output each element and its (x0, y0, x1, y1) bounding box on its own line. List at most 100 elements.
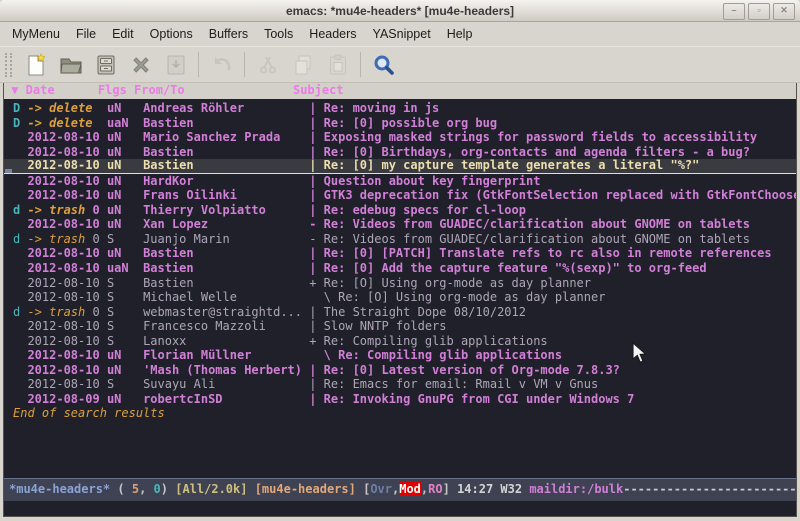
subject-cell: \ Re: [O] Using org-mode as day planner (309, 290, 605, 304)
message-row[interactable]: 2012-08-10 uN HardKor | Question about k… (4, 174, 796, 189)
menu-item-headers[interactable]: Headers (301, 24, 364, 44)
from-cell: Suvayu Ali (143, 377, 309, 391)
message-row[interactable]: 2012-08-10 S Michael Welle \ Re: [O] Usi… (4, 290, 796, 305)
copy-button (287, 51, 318, 79)
message-row[interactable]: d -> trash 0 uN Thierry Volpiatto | Re: … (4, 203, 796, 218)
message-row[interactable]: D -> delete uaN Bastien | Re: [0] possib… (4, 116, 796, 131)
modeline: *mu4e-headers* ( 5, 0) [All/2.0k] [mu4e-… (4, 478, 796, 501)
from-cell: Thierry Volpiatto (143, 203, 309, 217)
from-cell: robertcInSD (143, 392, 309, 406)
window-controls: –▫✕ (723, 3, 795, 20)
from-cell: Frans Oilinki (143, 188, 309, 202)
subject-cell: | Re: [0] possible org bug (309, 116, 497, 130)
modeline-pn: ) (161, 482, 175, 496)
subject-cell: | Re: Emacs for email: Rmail v VM v Gnus (309, 377, 598, 391)
menu-item-edit[interactable]: Edit (104, 24, 142, 44)
save-as-button (160, 51, 191, 79)
new-file-button[interactable] (20, 51, 51, 79)
toolbar-separator (198, 52, 199, 77)
date-cell: 2012-08-10 (27, 319, 106, 333)
message-row[interactable]: 2012-08-10 S Suvayu Ali | Re: Emacs for … (4, 377, 796, 392)
subject-cell: - Re: Videos from GUADEC/clarification a… (309, 217, 750, 231)
message-row[interactable]: 2012-08-10 S Bastien + Re: [O] Using org… (4, 276, 796, 291)
save-button[interactable] (90, 51, 121, 79)
modeline-mod: [mu4e-headers] (255, 482, 356, 496)
flags-cell: uN (107, 188, 143, 202)
date-cell: 2012-08-09 (27, 392, 106, 406)
subject-cell: | Exposing masked strings for password f… (309, 130, 757, 144)
search-button[interactable] (368, 51, 399, 79)
flags-cell: uN (107, 158, 143, 172)
modeline-ovr: Ovr (370, 482, 392, 496)
paste-button (322, 51, 353, 79)
modeline-pn: ( (110, 482, 132, 496)
subject-cell: - Re: Videos from GUADEC/clarification a… (309, 232, 750, 246)
menu-item-help[interactable]: Help (439, 24, 481, 44)
from-cell: Francesco Mazzoli (143, 319, 309, 333)
message-row[interactable]: 2012-08-10 uN Frans Oilinki | GTK3 depre… (4, 188, 796, 203)
date-cell: 2012-08-10 (27, 145, 106, 159)
menubar: MyMenuFileEditOptionsBuffersToolsHeaders… (0, 22, 800, 46)
toolbar-separator (360, 52, 361, 77)
message-row[interactable]: d -> trash 0 S webmaster@straightd... | … (4, 305, 796, 320)
action-cell: -> trash (27, 232, 85, 246)
message-row[interactable]: 2012-08-10 uN Florian Müllner \ Re: Comp… (4, 348, 796, 363)
menu-item-yasnippet[interactable]: YASnippet (365, 24, 439, 44)
from-cell: Xan Lopez (143, 217, 309, 231)
cut-button (252, 51, 283, 79)
close-button[interactable]: ✕ (773, 3, 795, 20)
flags-cell: uN (107, 363, 143, 377)
from-cell: Bastien (143, 261, 309, 275)
message-row[interactable]: 2012-08-10 uaN Bastien | Re: [0] Add the… (4, 261, 796, 276)
date-cell: 2012-08-10 (27, 276, 106, 290)
menu-item-mymenu[interactable]: MyMenu (4, 24, 68, 44)
subject-cell: | Re: moving in js (309, 101, 439, 115)
menu-item-file[interactable]: File (68, 24, 104, 44)
message-row[interactable]: 2012-08-10 uN Bastien | Re: [0] Birthday… (4, 145, 796, 160)
date-cell: 2012-08-10 (27, 188, 106, 202)
flags-cell: uN (107, 145, 143, 159)
mark-cell: d (13, 232, 27, 246)
message-row[interactable]: 2012-08-10 S Francesco Mazzoli | Slow NN… (4, 319, 796, 334)
from-cell: Bastien (143, 116, 309, 130)
menu-item-buffers[interactable]: Buffers (201, 24, 256, 44)
window-title: emacs: *mu4e-headers* [mu4e-headers] (286, 4, 514, 18)
message-row[interactable]: D -> delete uN Andreas Röhler | Re: movi… (4, 101, 796, 116)
open-folder-button[interactable] (55, 51, 86, 79)
message-row[interactable]: d -> trash 0 S Juanjo Marin - Re: Videos… (4, 232, 796, 247)
end-of-search-results: End of search results (4, 406, 796, 421)
date-cell: 2012-08-10 (27, 217, 106, 231)
message-row[interactable]: 2012-08-10 S Lanoxx + Re: Compiling glib… (4, 334, 796, 349)
message-row[interactable]: 2012-08-09 uN robertcInSD | Re: Invoking… (4, 392, 796, 407)
date-cell: 2012-08-10 (27, 348, 106, 362)
subject-cell: + Re: Compiling glib applications (309, 334, 547, 348)
menu-item-options[interactable]: Options (142, 24, 201, 44)
maximize-button[interactable]: ▫ (748, 3, 770, 20)
mark-cell: d (13, 203, 27, 217)
subject-cell: | Re: edebug specs for cl-loop (309, 203, 526, 217)
toolbar-drag-handle[interactable] (5, 53, 12, 77)
modeline-tim: 14:27 W32 (457, 482, 529, 496)
modeline-pn (247, 482, 254, 496)
close-buffer-button[interactable] (125, 51, 156, 79)
from-cell: Florian Müllner (143, 348, 309, 362)
message-row[interactable]: 2012-08-10 uN 'Mash (Thomas Herbert) | R… (4, 363, 796, 378)
date-cell: 2012-08-10 (27, 377, 106, 391)
message-row[interactable]: 2012-08-10 uN Mario Sanchez Prada | Expo… (4, 130, 796, 145)
message-row[interactable]: 2012-08-10 uN Bastien | Re: [0] my captu… (4, 159, 796, 174)
message-row[interactable]: 2012-08-10 uN Bastien | Re: [0] [PATCH] … (4, 246, 796, 261)
emacs-frame: { "window": { "title": "emacs: *mu4e-hea… (0, 0, 800, 521)
date-cell: 2012-08-10 (27, 363, 106, 377)
subject-cell: | Question about key fingerprint (309, 174, 540, 188)
date-cell: 2012-08-10 (27, 261, 106, 275)
action-cell: -> delete (27, 101, 92, 115)
current-line-fringe-marker (5, 169, 12, 173)
flags-cell: S (107, 334, 143, 348)
mark-cell: d (13, 305, 27, 319)
minimize-button[interactable]: – (723, 3, 745, 20)
mark-cell: D (13, 101, 27, 115)
subject-cell: | Re: [0] Add the capture feature "%(sex… (309, 261, 706, 275)
from-cell: Mario Sanchez Prada (143, 130, 309, 144)
message-row[interactable]: 2012-08-10 uN Xan Lopez - Re: Videos fro… (4, 217, 796, 232)
menu-item-tools[interactable]: Tools (256, 24, 301, 44)
